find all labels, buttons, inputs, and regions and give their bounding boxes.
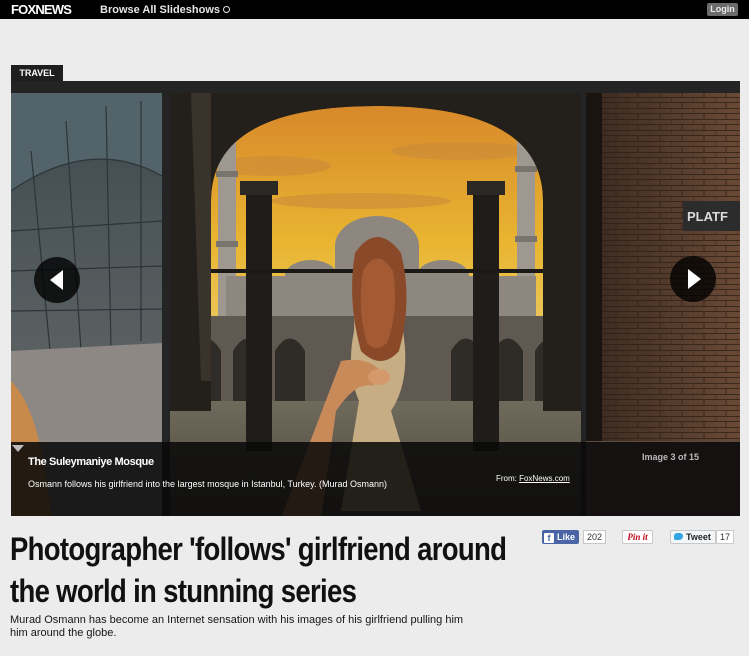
pinterest-pin-button[interactable]: Pin it — [622, 530, 653, 544]
source-prefix: From: — [496, 474, 517, 483]
previous-slide-button[interactable] — [34, 257, 80, 303]
slideshow-viewer: PLATF The Suleymaniye Mosque Osmann foll… — [11, 81, 740, 516]
facebook-like-label: Like — [557, 532, 576, 542]
login-button[interactable]: Login — [707, 3, 738, 16]
facebook-like-count: 202 — [583, 530, 607, 544]
slide-caption-text: Osmann follows his girlfriend into the l… — [28, 479, 387, 489]
chevron-down-icon[interactable] — [11, 442, 25, 454]
source-link[interactable]: FoxNews.com — [519, 474, 570, 483]
browse-label: Browse All Slideshows — [100, 4, 221, 16]
article-headline: Photographer 'follows' girlfriend around… — [10, 528, 526, 612]
slide-caption-bar: The Suleymaniye Mosque Osmann follows hi… — [11, 442, 740, 516]
headline-line-2: the world in stunning series — [10, 573, 357, 609]
tweet-button[interactable]: Tweet — [670, 530, 716, 544]
chevron-right-icon — [688, 269, 701, 289]
svg-text:PLATF: PLATF — [687, 209, 728, 224]
headline-line-1: Photographer 'follows' girlfriend around — [10, 531, 507, 567]
image-source: From: FoxNews.com — [496, 474, 570, 483]
browse-all-slideshows-link[interactable]: Browse All Slideshows — [100, 4, 231, 16]
tweet-count: 17 — [716, 530, 735, 544]
chevron-left-icon — [50, 270, 63, 290]
fox-news-logo[interactable]: FOXNEWS — [11, 2, 72, 17]
next-slide-button[interactable] — [670, 256, 716, 302]
facebook-icon: f — [544, 533, 554, 543]
tweet-label: Tweet — [686, 532, 711, 542]
facebook-like-button[interactable]: f Like — [542, 530, 580, 544]
deck-line-1: Murad Osmann has become an Internet sens… — [10, 614, 464, 626]
slide-counter: Image 3 of 15 — [642, 452, 700, 462]
circle-arrow-icon — [223, 6, 231, 13]
deck-line-2: him around the globe. — [10, 627, 117, 639]
top-navigation-bar: FOXNEWS Browse All Slideshows Login — [0, 0, 749, 19]
twitter-bird-icon — [674, 533, 683, 540]
article-deck: Murad Osmann has become an Internet sens… — [10, 614, 520, 640]
category-tab-travel[interactable]: TRAVEL — [11, 65, 63, 81]
slide-caption-title: The Suleymaniye Mosque — [28, 456, 154, 468]
